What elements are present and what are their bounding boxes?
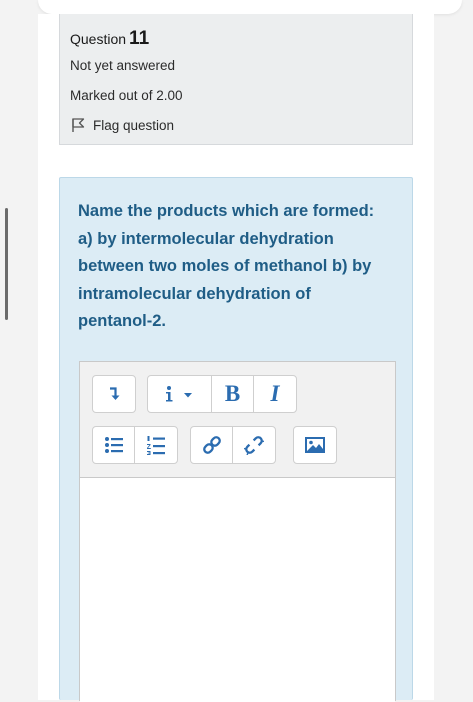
numbered-list-icon: [146, 435, 166, 455]
question-content-box: Name the products which are formed: a) b…: [59, 177, 413, 702]
link-icon: [202, 435, 222, 455]
question-marks: Marked out of 2.00: [70, 88, 183, 103]
question-text: Name the products which are formed: a) b…: [78, 202, 375, 330]
scrollbar-handle[interactable]: [5, 208, 8, 320]
toolbar-group-toggle: [92, 375, 136, 413]
info-dropdown-icon: [162, 385, 198, 403]
insert-image-button[interactable]: [294, 427, 336, 463]
question-status: Not yet answered: [70, 58, 176, 73]
arrow-down-icon: [107, 386, 121, 402]
unlink-button[interactable]: [233, 427, 275, 463]
answer-text-area[interactable]: [80, 479, 395, 702]
bullet-list-icon: [104, 436, 124, 454]
flag-icon: [70, 117, 86, 133]
top-card-edge: [38, 0, 462, 14]
editor-toolbar: B I: [80, 362, 395, 478]
toolbar-toggle-button[interactable]: [93, 376, 135, 412]
flag-question-label: Flag question: [93, 117, 175, 133]
flag-question-link[interactable]: Flag question: [70, 117, 174, 133]
question-number: 11: [129, 28, 150, 49]
question-heading: Question 11: [70, 28, 149, 50]
italic-button[interactable]: I: [254, 376, 296, 412]
unlink-icon: [244, 435, 264, 455]
link-button[interactable]: [191, 427, 233, 463]
bold-button[interactable]: B: [212, 376, 254, 412]
bold-label: B: [224, 381, 241, 406]
question-label: Question: [70, 31, 127, 47]
question-info-box: Question 11 Not yet answered Marked out o…: [59, 14, 413, 145]
ordered-list-button[interactable]: [135, 427, 177, 463]
toolbar-group-links: [190, 426, 276, 464]
answer-editor: B I: [79, 361, 396, 702]
paragraph-styles-button[interactable]: [148, 376, 212, 412]
toolbar-group-style: B I: [147, 375, 297, 413]
unordered-list-button[interactable]: [93, 427, 135, 463]
toolbar-group-media: [293, 426, 337, 464]
image-icon: [304, 436, 326, 454]
toolbar-group-lists: [92, 426, 178, 464]
italic-label: I: [270, 381, 280, 406]
